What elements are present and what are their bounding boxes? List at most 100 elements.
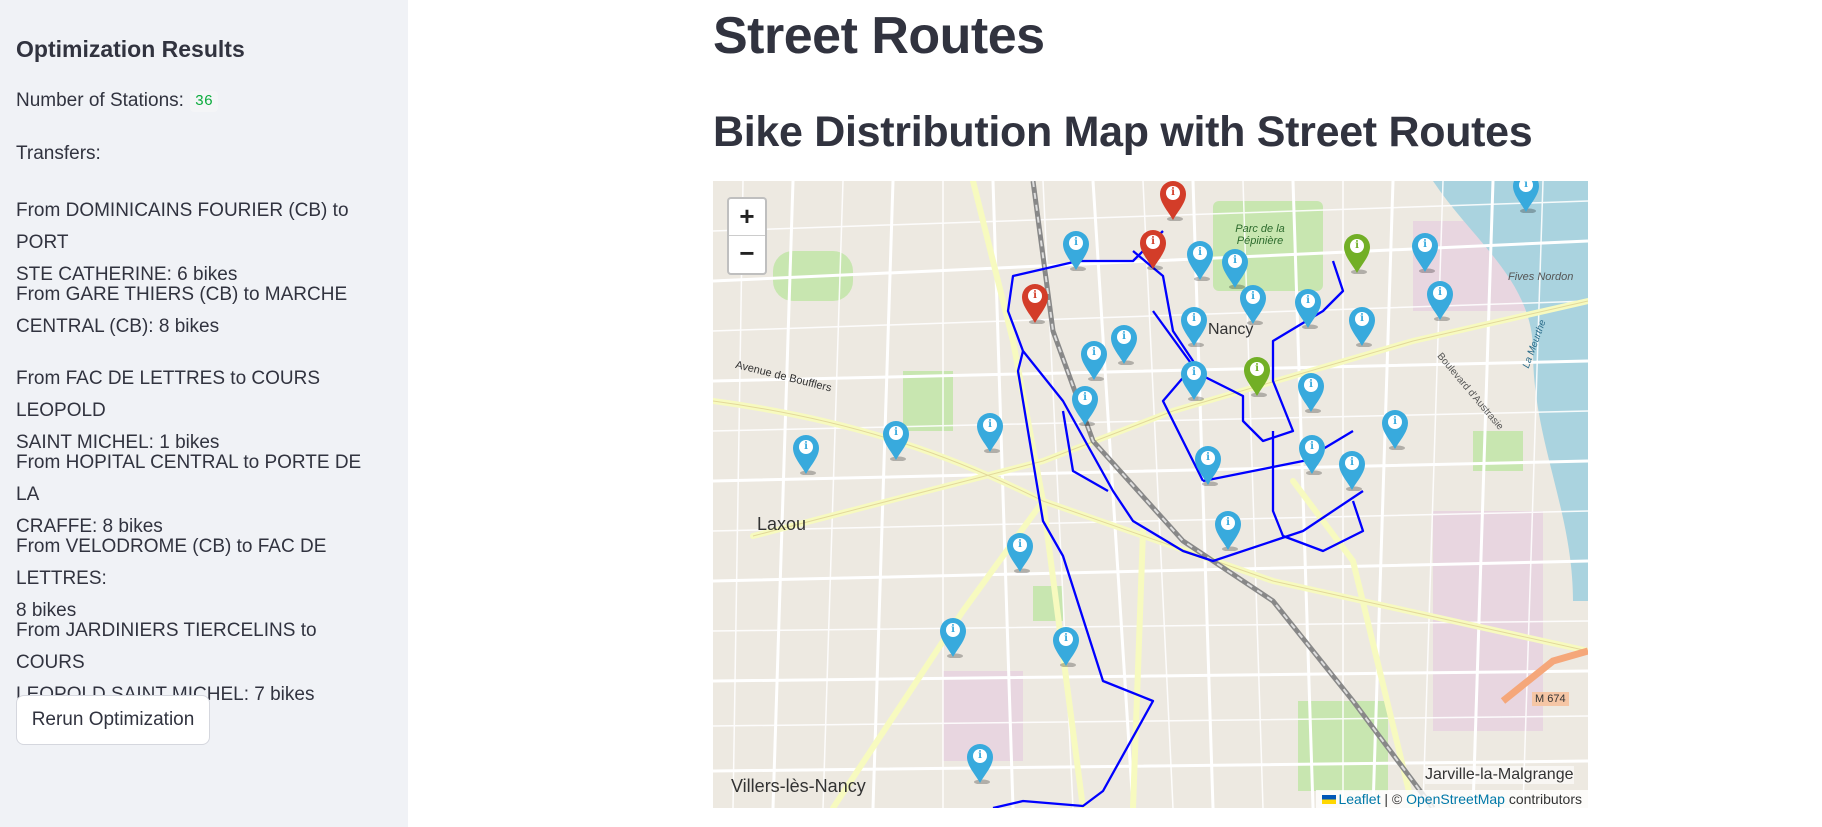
map-marker-station[interactable]: i [1511,181,1541,214]
info-icon: i [1301,294,1315,308]
transfer-item: From FAC DE LETTRES to COURS LEOPOLD SAI… [16,363,386,459]
info-icon: i [1246,290,1260,304]
map-marker-station[interactable]: i [791,433,821,476]
map-marker-station[interactable]: i [1213,509,1243,552]
info-icon: i [1221,516,1235,530]
map-marker-station[interactable]: i [1296,371,1326,414]
map-marker-station[interactable]: i [975,411,1005,454]
map-label-jarville: Jarville-la-Malgrange [1425,766,1574,784]
info-icon: i [983,418,997,432]
map-label-villers: Villers-lès-Nancy [731,776,866,796]
transfer-line: From FAC DE LETTRES to COURS LEOPOLD [16,368,321,421]
map-marker-station[interactable]: i [1193,444,1223,487]
info-icon: i [799,440,813,454]
ukraine-flag-icon [1322,795,1337,804]
map-marker-station[interactable]: i [1109,323,1139,366]
map-label-fives: Fives Nordon [1508,271,1574,283]
map-marker-destination[interactable]: i [1242,355,1272,398]
map-marker-station[interactable]: i [1079,339,1109,382]
info-icon: i [1433,286,1447,300]
transfer-line: From HOPITAL CENTRAL to PORTE DE LA [16,452,362,505]
map-marker-station[interactable]: i [1185,239,1215,282]
transfer-item: From DOMINICAINS FOURIER (CB) to PORT ST… [16,195,386,291]
transfer-item: From GARE THIERS (CB) to MARCHE CENTRAL … [16,279,386,343]
info-icon: i [1305,440,1319,454]
station-count-badge: 36 [189,91,218,112]
info-icon: i [1069,236,1083,250]
map-label-m674: M 674 [1532,692,1569,706]
info-icon: i [946,623,960,637]
map-marker-station[interactable]: i [1380,408,1410,451]
map-basemap [713,181,1588,808]
info-icon: i [889,426,903,440]
info-icon: i [1028,289,1042,303]
info-icon: i [1117,330,1131,344]
map-marker-station[interactable]: i [1425,279,1455,322]
map-marker-destination[interactable]: i [1342,232,1372,275]
info-icon: i [1355,312,1369,326]
transfer-line: From VELODROME (CB) to FAC DE LETTRES: [16,536,327,589]
attribution-separator: | © [1380,791,1407,807]
map-marker-station[interactable]: i [1179,305,1209,348]
zoom-control: + − [727,197,767,275]
transfer-line: From DOMINICAINS FOURIER (CB) to PORT [16,200,349,253]
info-icon: i [1078,391,1092,405]
map-marker-station[interactable]: i [1293,287,1323,330]
transfer-item: From VELODROME (CB) to FAC DE LETTRES: 8… [16,531,386,627]
info-icon: i [1304,378,1318,392]
map-marker-station[interactable]: i [1051,625,1081,668]
map-marker-station[interactable]: i [881,419,911,462]
transfer-line: From GARE THIERS (CB) to MARCHE [16,284,348,305]
info-icon: i [1345,456,1359,470]
info-icon: i [1059,632,1073,646]
map-marker-station[interactable]: i [1347,305,1377,348]
info-icon: i [1187,366,1201,380]
page-title: Street Routes [713,7,1045,65]
map-marker-station[interactable]: i [1070,384,1100,427]
zoom-in-button[interactable]: + [729,199,765,236]
map-marker-source[interactable]: i [1158,181,1188,222]
info-icon: i [1013,538,1027,552]
map-marker-station[interactable]: i [1061,229,1091,272]
transfer-line: From JARDINIERS TIERCELINS to COURS [16,620,317,673]
map-marker-station[interactable]: i [938,616,968,659]
info-icon: i [1350,239,1364,253]
map-marker-station[interactable]: i [965,742,995,785]
map-marker-source[interactable]: i [1020,282,1050,325]
station-count-row: Number of Stations: 36 [16,90,218,112]
map-marker-station[interactable]: i [1179,359,1209,402]
transfer-item: From HOPITAL CENTRAL to PORTE DE LA CRAF… [16,447,386,543]
map-marker-station[interactable]: i [1337,449,1367,492]
info-icon: i [1228,254,1242,268]
map-marker-station[interactable]: i [1005,531,1035,574]
station-count-label: Number of Stations: [16,90,184,111]
map-attribution: Leaflet | © OpenStreetMap contributors [1316,790,1588,808]
info-icon: i [1201,451,1215,465]
sidebar-title: Optimization Results [16,36,245,62]
map-label-laxou: Laxou [757,514,807,534]
park-area [1473,431,1523,471]
map-section-title: Bike Distribution Map with Street Routes [713,108,1533,156]
attribution-suffix: contributors [1504,791,1582,807]
sidebar: Optimization Results Number of Stations:… [0,0,408,827]
info-icon: i [973,749,987,763]
info-icon: i [1087,346,1101,360]
info-icon: i [1187,312,1201,326]
rerun-optimization-button[interactable]: Rerun Optimization [16,695,210,745]
map-container[interactable]: + − Laxou Villers-lès-Nancy Jarville-la-… [713,181,1588,808]
info-icon: i [1146,235,1160,249]
transfer-line: CENTRAL (CB): 8 bikes [16,316,220,337]
info-icon: i [1166,186,1180,200]
map-marker-station[interactable]: i [1410,231,1440,274]
map-marker-source[interactable]: i [1138,228,1168,271]
map-label-pepiniere: Parc de la Pépinière [1235,223,1285,247]
map-marker-station[interactable]: i [1238,283,1268,326]
info-icon: i [1418,238,1432,252]
zoom-out-button[interactable]: − [729,236,765,272]
map-marker-station[interactable]: i [1297,433,1327,476]
info-icon: i [1193,246,1207,260]
openstreetmap-link[interactable]: OpenStreetMap [1406,791,1505,807]
transfers-heading: Transfers: [16,143,101,164]
info-icon: i [1250,362,1264,376]
leaflet-link[interactable]: Leaflet [1338,791,1380,807]
